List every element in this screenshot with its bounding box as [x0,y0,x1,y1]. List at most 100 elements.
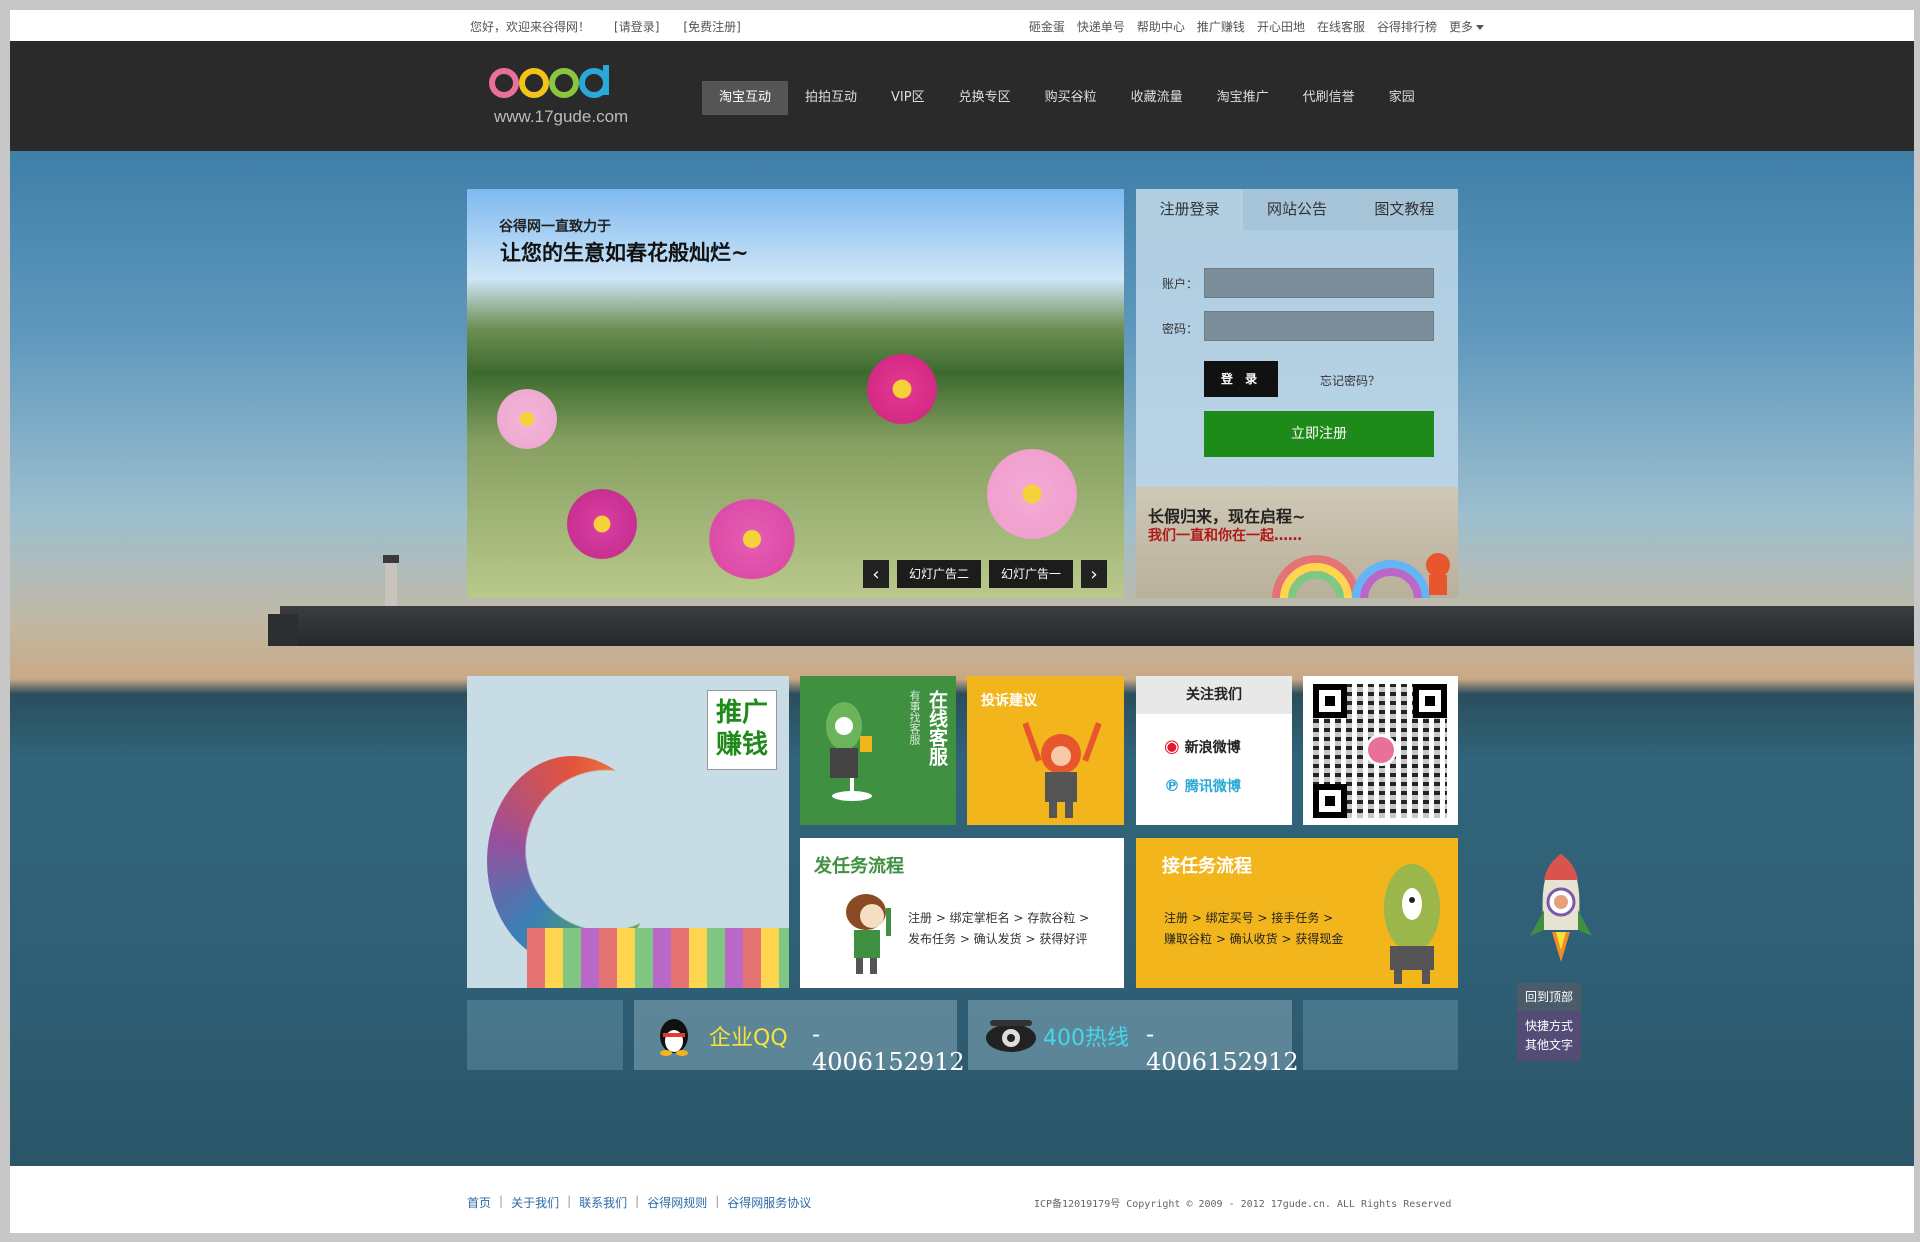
qq-contact[interactable]: 企业QQ - 4006152912 [634,1000,965,1076]
hotline-label: 400热线 [1043,1026,1129,1051]
qq-label: 企业QQ [709,1026,788,1051]
top-link-promote[interactable]: 推广赚钱 [1197,18,1245,35]
footer-links: 首页 | 关于我们 | 联系我们 | 谷得网规则 | 谷得网服务协议 [467,1194,811,1211]
footer-link-agreement[interactable]: 谷得网服务协议 [727,1194,811,1211]
qq-number: - 4006152912 [812,1020,965,1076]
register-button[interactable]: 立即注册 [1204,411,1434,457]
post-task-tile[interactable]: 发任务流程 注册 > 绑定掌柜名 > 存款谷粒 > 发布任务 > 确认发货 > … [800,838,1124,988]
side-shortcut-line2: 其他文字 [1524,1038,1573,1052]
complaint-tile[interactable]: 投诉建议 [967,676,1124,825]
follow-title: 关注我们 [1136,676,1292,714]
tencent-weibo-link[interactable]: ℗ 腾讯微博 [1164,776,1241,796]
back-to-top-button[interactable]: 回到顶部 [1517,983,1581,1011]
nav-exchange[interactable]: 兑换专区 [942,81,1028,115]
rocket-icon[interactable] [1528,850,1594,970]
page: 您好，欢迎来谷得网！ [请登录] [免费注册] 砸金蛋 快递单号 帮助中心 推广… [10,10,1914,1233]
promo-tile[interactable]: 推广赚钱 [467,676,789,988]
nav-buy[interactable]: 购买谷粒 [1028,81,1114,115]
site-logo[interactable]: www.17gude.com [488,63,638,133]
complaint-title: 投诉建议 [981,693,1037,709]
top-link-ranking[interactable]: 谷得排行榜 [1377,18,1437,35]
sina-weibo-link[interactable]: ◉ 新浪微博 [1164,736,1241,757]
hotline-number: - 4006152912 [1146,1020,1299,1076]
qr-corner [1313,684,1347,718]
nav-paipai[interactable]: 拍拍互动 [788,81,874,115]
cheering-mascot-icon [1023,722,1102,818]
footer-link-contact[interactable]: 联系我们 [579,1194,627,1211]
welcome-text: 您好，欢迎来谷得网！ [470,20,591,34]
weibo-icon: ◉ [1164,736,1180,757]
divider: | [499,1194,504,1208]
tencent-weibo-icon: ℗ [1164,776,1180,795]
qr-corner [1413,684,1447,718]
holiday-banner[interactable]: 长假归来，现在启程~ 我们一直和你在一起…… [1136,487,1458,598]
top-link-service[interactable]: 在线客服 [1317,18,1365,35]
tab-login[interactable]: 注册登录 [1136,189,1244,230]
top-bar: 您好，欢迎来谷得网！ [请登录] [免费注册] 砸金蛋 快递单号 帮助中心 推广… [10,10,1914,41]
more-menu[interactable]: 更多 [1449,18,1484,35]
prev-arrow-icon[interactable]: ‹ [863,560,889,588]
chevron-down-icon [1476,25,1484,30]
receive-task-tile[interactable]: 接任务流程 注册 > 绑定买号 > 接手任务 > 赚取谷粒 > 确认收货 > 获… [1136,838,1458,988]
login-link[interactable]: [请登录] [614,18,659,35]
post-task-title: 发任务流程 [814,852,904,878]
slider-line1: 谷得网一直致力于 [499,219,611,235]
tab-tutorial[interactable]: 图文教程 [1350,189,1458,230]
top-link-egg[interactable]: 砸金蛋 [1029,18,1065,35]
forgot-password-link[interactable]: 忘记密码？ [1320,372,1380,389]
service-subtitle: 有事找客服 [908,690,921,745]
recv-steps-row2: 赚取谷粒 > 确认收货 > 获得现金 [1164,932,1344,946]
side-shortcut-line1: 快捷方式 [1524,1019,1573,1033]
flower-image [567,489,637,559]
more-label: 更多 [1448,20,1473,34]
side-shortcut-panel[interactable]: 快捷方式 其他文字 [1517,1011,1581,1061]
login-tabs: 注册登录 网站公告 图文教程 [1136,189,1458,230]
telephone-icon [986,1020,1036,1052]
service-title: 在线客服 [926,690,948,766]
tencent-label: 腾讯微博 [1184,779,1241,795]
nav-traffic[interactable]: 收藏流量 [1114,81,1200,115]
slider-tab-2[interactable]: 幻灯广告二 [897,560,982,588]
password-input[interactable] [1204,311,1434,341]
contact-bar-left [467,1000,623,1070]
holiday-title: 长假归来，现在启程~ [1148,507,1306,526]
tab-announcement[interactable]: 网站公告 [1243,189,1351,230]
nav-promote[interactable]: 淘宝推广 [1200,81,1286,115]
flower-image [867,354,937,424]
post-task-title-text: 发任务流程 [814,856,904,877]
pier-end [268,614,298,646]
nav-home[interactable]: 家园 [1372,81,1432,115]
login-panel: 注册登录 网站公告 图文教程 账户： 密码： 登 录 忘记密码？ 立即注册 [1136,189,1458,488]
nav-vip[interactable]: VIP区 [874,81,942,115]
service-tile[interactable]: 在线客服 有事找客服 [800,676,956,825]
main-nav: 淘宝互动 拍拍互动 VIP区 兑换专区 购买谷粒 收藏流量 淘宝推广 代刷信誉 … [702,81,1432,115]
footer-link-rules[interactable]: 谷得网规则 [647,1194,707,1211]
copyright-text: ICP备12019179号 Copyright © 2009 - 2012 17… [1034,1199,1452,1210]
sina-label: 新浪微博 [1184,740,1241,756]
divider: | [635,1194,640,1208]
waving-mascot-icon [846,894,891,974]
account-input[interactable] [1204,268,1434,298]
qr-code-tile [1303,676,1458,825]
footer: 首页 | 关于我们 | 联系我们 | 谷得网规则 | 谷得网服务协议 ICP备12019… [10,1166,1914,1233]
flower-image [707,499,797,579]
login-button[interactable]: 登 录 [1204,361,1278,397]
qr-corner [1313,784,1347,818]
pickle-mascot-icon [1384,864,1440,984]
footer-link-home[interactable]: 首页 [467,1194,491,1211]
mascot-icon [826,702,872,801]
top-link-express[interactable]: 快递单号 [1077,18,1125,35]
top-link-help[interactable]: 帮助中心 [1137,18,1185,35]
slider-controls: ‹ 幻灯广告二 幻灯广告一 › [863,560,1108,588]
next-arrow-icon[interactable]: › [1081,560,1108,588]
rainbow-illustration-icon [1272,553,1450,598]
register-link[interactable]: [免费注册] [683,18,740,35]
slider-tab-1[interactable]: 幻灯广告一 [989,560,1074,588]
nav-taobao[interactable]: 淘宝互动 [702,81,789,115]
footer-link-about[interactable]: 关于我们 [511,1194,559,1211]
top-link-farm[interactable]: 开心田地 [1257,18,1305,35]
hotline-contact[interactable]: 400热线 - 4006152912 [968,1000,1299,1076]
hero-slider[interactable]: 谷得网一直致力于 让您的生意如春花般灿烂~ ‹ 幻灯广告二 幻灯广告一 › [467,189,1124,598]
account-label: 账户： [1162,277,1199,291]
nav-credit[interactable]: 代刷信誉 [1286,81,1372,115]
